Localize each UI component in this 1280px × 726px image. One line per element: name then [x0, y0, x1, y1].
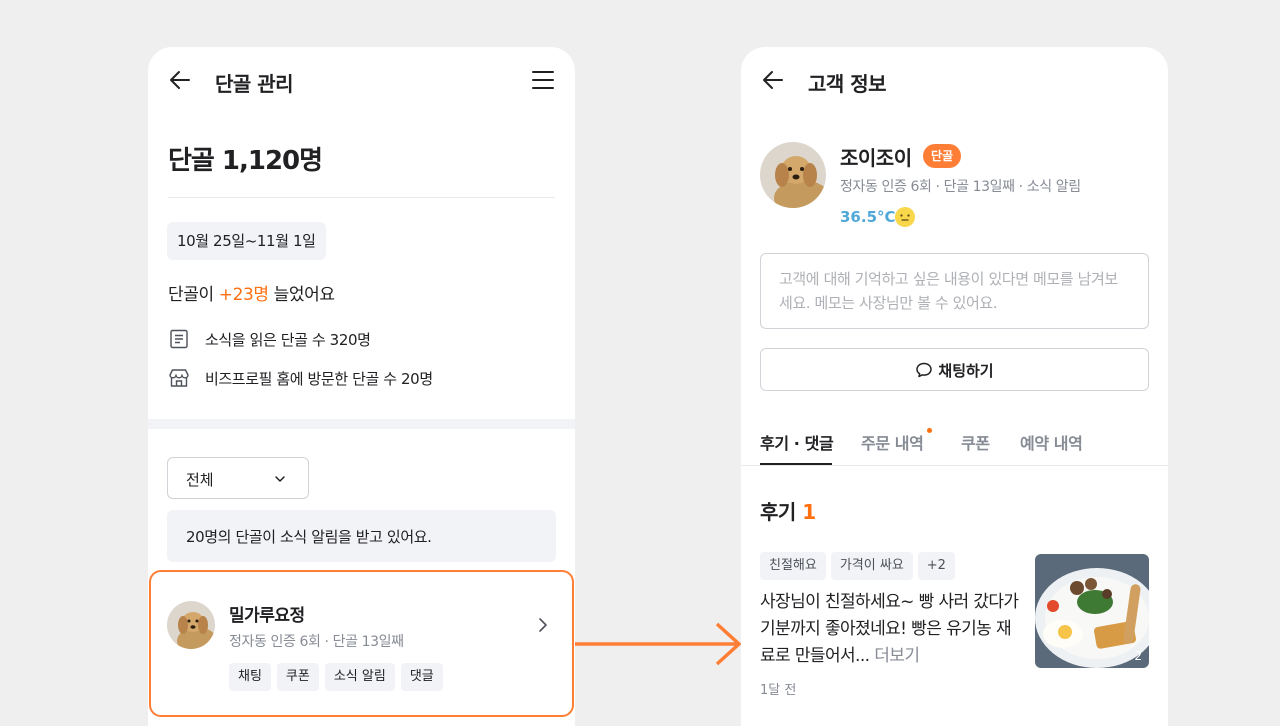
header: 고객 정보: [741, 62, 1168, 98]
reviews-count: 1: [802, 500, 816, 524]
customer-info-screen: 고객 정보 조이조이 단골 정자동 인증 6회 · 단골 13일째 · 소식 알…: [741, 47, 1168, 726]
back-arrow-icon[interactable]: [761, 68, 785, 92]
tab-coupons[interactable]: 쿠폰: [961, 430, 990, 454]
customer-name: 밀가루요정: [229, 606, 305, 626]
customer-meta: 정자동 인증 6회 · 단골 13일째 · 소식 알림: [840, 179, 1081, 195]
review-time: 1달 전: [760, 683, 797, 698]
avatar: [167, 601, 215, 649]
reviews-heading: 후기 1: [760, 500, 816, 524]
hamburger-menu-icon[interactable]: [531, 68, 555, 92]
memo-input[interactable]: 고객에 대해 기억하고 싶은 내용이 있다면 메모를 남겨보세요. 메모는 사장…: [760, 253, 1149, 329]
section-separator: [148, 419, 575, 429]
review-body: 사장님이 친절하세요~ 빵 사러 갔다가 기분까지 좋아졌네요! 빵은 유기농 …: [760, 592, 1019, 666]
photo-count: 2: [1134, 649, 1142, 663]
page-title: 고객 정보: [808, 72, 887, 96]
manner-temperature: 36.5°C: [840, 208, 896, 226]
customer-management-screen: 단골 관리 단골 1,120명 10월 25일~11월 1일 단골이 +23명 …: [148, 47, 575, 726]
chat-button[interactable]: 채팅하기: [760, 348, 1149, 391]
back-arrow-icon[interactable]: [168, 68, 192, 92]
chevron-down-icon: [275, 476, 285, 482]
tag: 댓글: [400, 663, 443, 691]
tag: 쿠폰: [276, 663, 319, 691]
growth-value: +23명: [218, 285, 269, 305]
regular-badge: 단골: [923, 144, 962, 168]
tag: 친절해요: [760, 552, 826, 580]
date-range-chip: 10월 25일~11월 1일: [167, 222, 326, 260]
avatar: [760, 142, 826, 208]
page-title: 단골 관리: [215, 72, 294, 96]
chat-bubble-icon: [916, 362, 933, 378]
growth-text: 단골이 +23명 늘었어요: [168, 285, 335, 305]
tag: 채팅: [229, 663, 271, 691]
header: 단골 관리: [148, 62, 575, 98]
tab-orders[interactable]: 주문 내역: [861, 430, 924, 454]
regular-count: 단골 1,120명: [168, 146, 323, 176]
store-icon: [169, 369, 189, 387]
customer-tags: 채팅 쿠폰 소식 알림 댓글: [229, 663, 443, 691]
tab-bar: 후기 · 댓글 주문 내역 쿠폰 예약 내역: [741, 417, 1168, 466]
see-more-link[interactable]: 더보기: [874, 646, 920, 666]
customer-meta: 정자동 인증 6회 · 단골 13일째: [229, 634, 404, 650]
notification-info: 20명의 단골이 소식 알림을 받고 있어요.: [167, 510, 556, 562]
tag: 가격이 싸요: [830, 552, 913, 580]
flow-arrow-icon: [575, 622, 742, 666]
new-indicator-dot: [927, 428, 932, 433]
tag: +2: [917, 552, 955, 580]
customer-name: 조이조이: [840, 146, 912, 170]
review-photo[interactable]: 2: [1035, 554, 1149, 668]
tag: 소식 알림: [324, 663, 395, 691]
document-icon: [170, 329, 188, 349]
tab-reservations[interactable]: 예약 내역: [1020, 430, 1083, 454]
active-tab-indicator: [760, 463, 832, 465]
smiley-face-icon: [895, 207, 915, 227]
customer-list-item[interactable]: 밀가루요정 정자동 인증 6회 · 단골 13일째 채팅 쿠폰 소식 알림 댓글: [149, 570, 574, 717]
review-tags: 친절해요 가격이 싸요 +2: [760, 552, 955, 580]
filter-dropdown[interactable]: 전체: [167, 457, 309, 499]
divider: [168, 197, 555, 198]
chevron-right-icon: [539, 618, 547, 632]
tab-reviews[interactable]: 후기 · 댓글: [760, 430, 834, 454]
